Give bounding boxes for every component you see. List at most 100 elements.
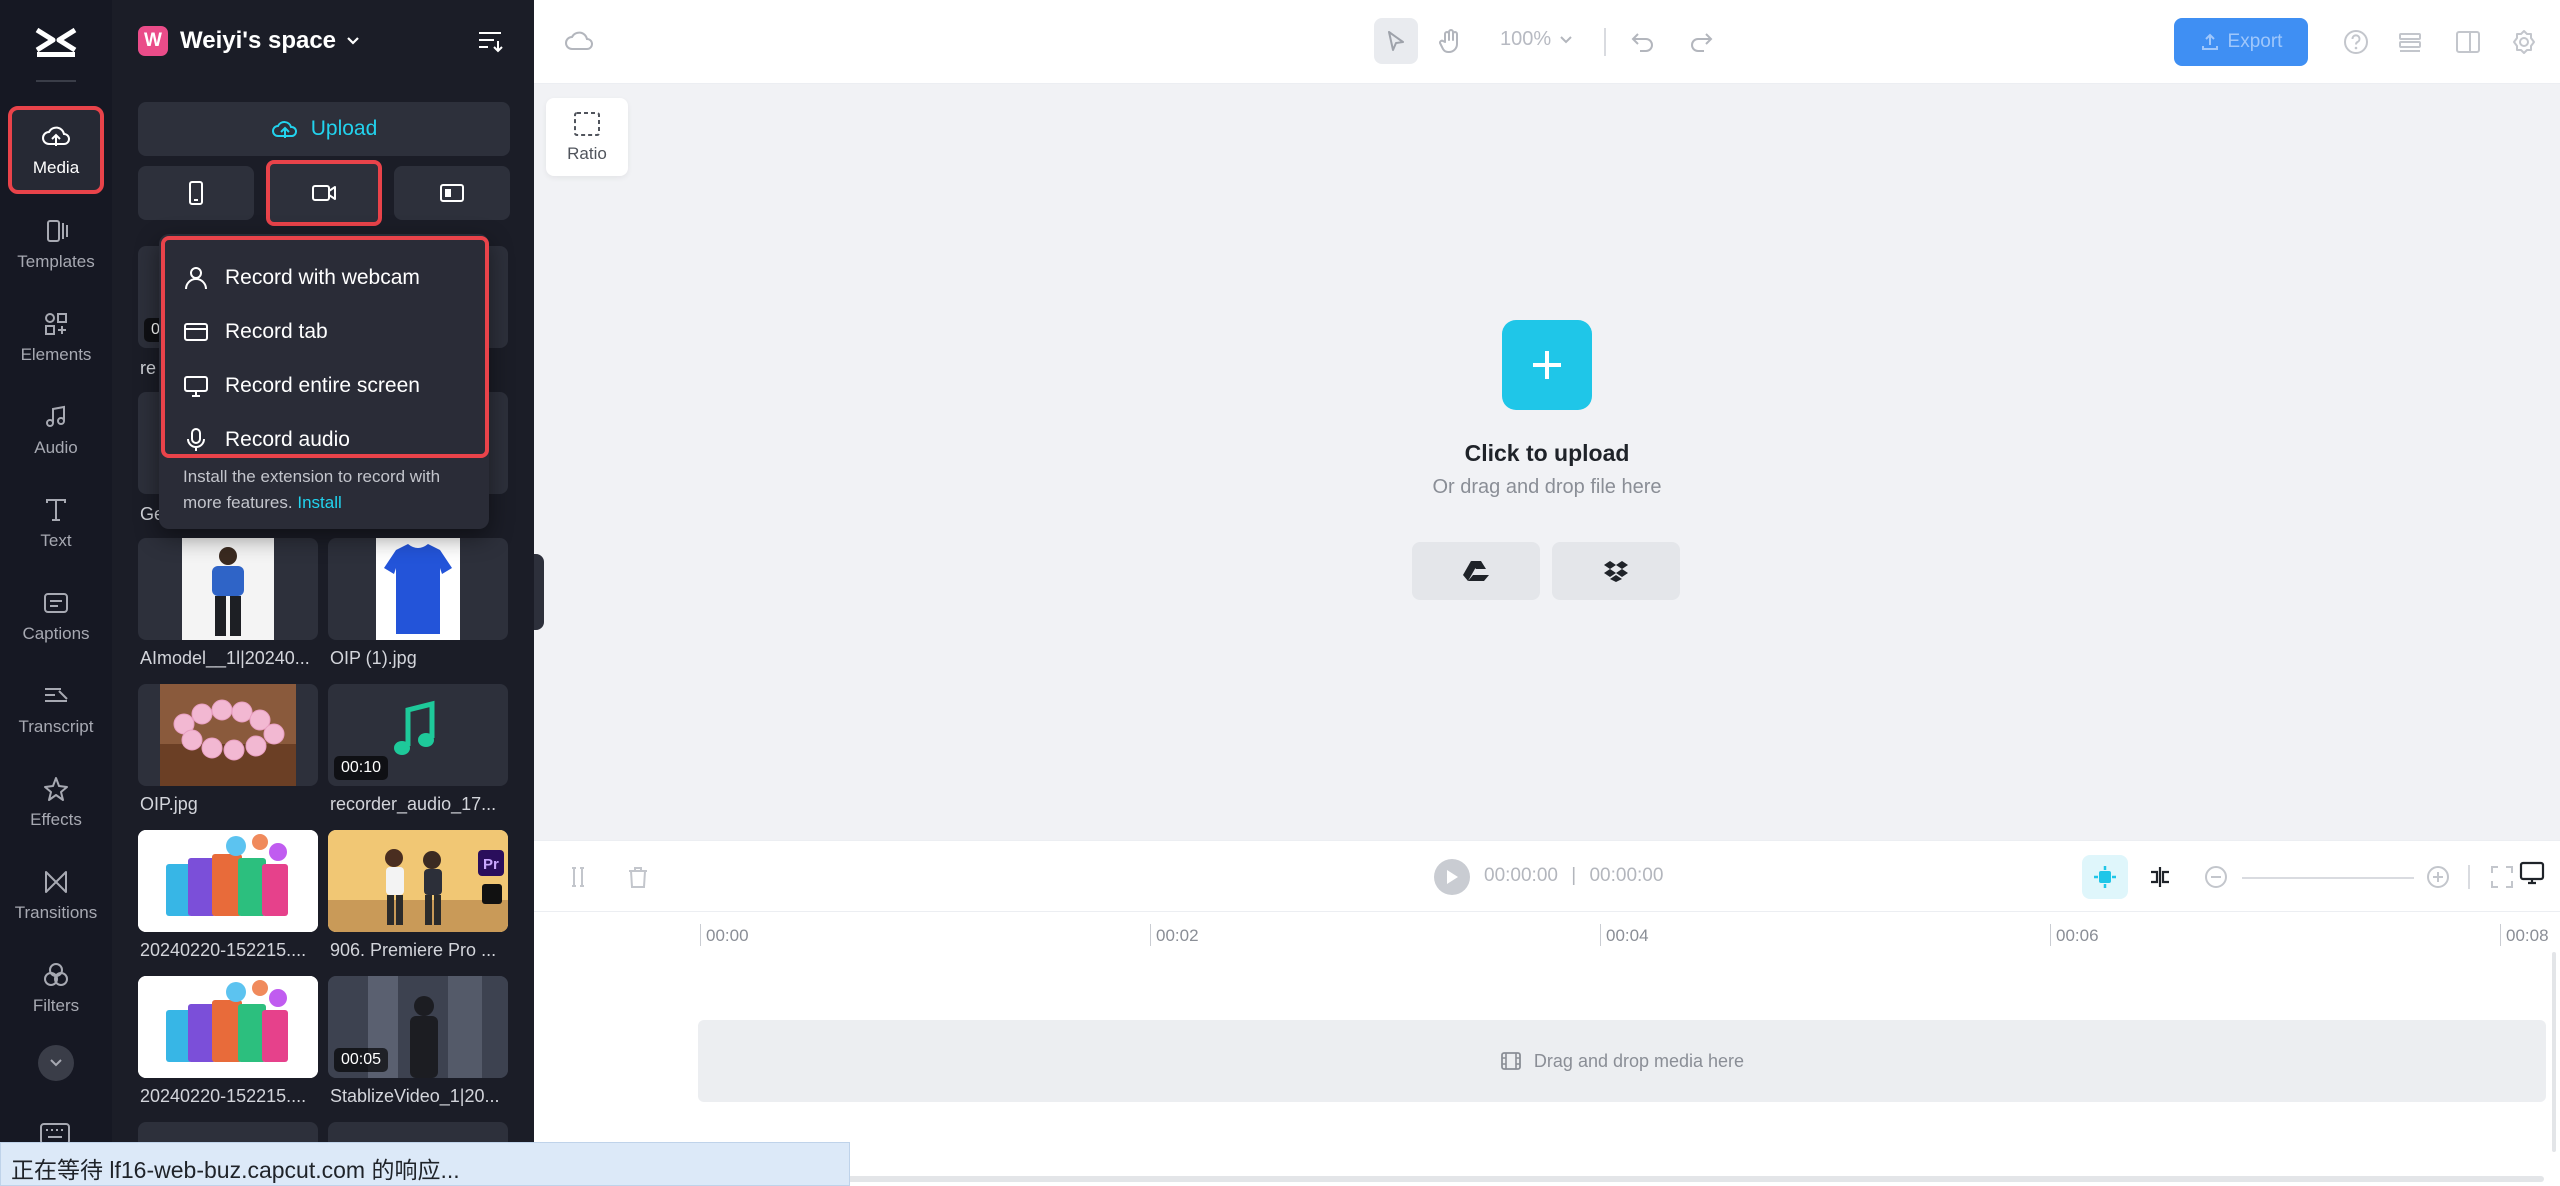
auto-snap-toggle[interactable]: [2082, 855, 2128, 899]
ratio-label: Ratio: [567, 144, 607, 163]
space-switcher[interactable]: W Weiyi's space: [138, 26, 360, 56]
split-icon[interactable]: [564, 863, 592, 891]
toolbar-divider: [1604, 28, 1606, 56]
media-thumb[interactable]: 00:05: [328, 976, 508, 1078]
panel-layout-icon[interactable]: [2454, 28, 2482, 56]
menu-item-record-audio[interactable]: Record audio: [183, 420, 350, 460]
timeline-zoom-slider[interactable]: [2242, 877, 2414, 879]
panel-collapse-handle[interactable]: [534, 554, 544, 630]
zoom-dropdown[interactable]: 100%: [1500, 28, 1573, 51]
rail-item-effects[interactable]: Effects: [8, 758, 104, 846]
rail-label: Filters: [32, 996, 80, 1015]
rail-label: Effects: [30, 810, 82, 829]
media-caption: recorder_audio_17...: [330, 794, 497, 814]
media-thumb[interactable]: [328, 538, 508, 640]
screen-record-icon: [440, 184, 464, 202]
zoom-in-icon[interactable]: [2424, 863, 2452, 891]
rail-item-media[interactable]: Media: [8, 106, 104, 194]
media-caption: 906. Premiere Pro ...: [330, 940, 497, 960]
screen-capture-button[interactable]: [394, 166, 510, 220]
capcut-logo-icon[interactable]: [33, 22, 79, 62]
rail-item-filters[interactable]: Filters: [8, 944, 104, 1032]
redo-icon[interactable]: [1686, 26, 1716, 56]
promo-image: [138, 830, 318, 932]
time-tick: 00:04: [1600, 924, 1649, 946]
templates-icon: [47, 220, 68, 242]
transitions-icon: [45, 871, 67, 893]
rail-label: Captions: [22, 624, 90, 643]
vertical-scrollbar[interactable]: [2552, 952, 2556, 1152]
cloud-sync-icon[interactable]: [564, 28, 594, 54]
browser-tab-icon: [184, 323, 208, 341]
media-thumb[interactable]: [138, 976, 318, 1078]
media-thumb[interactable]: Pr: [328, 830, 508, 932]
tshirt-image: [376, 538, 460, 640]
media-caption: OIP.jpg: [140, 794, 198, 814]
bracelet-image: [160, 684, 296, 786]
rail-label: Audio: [34, 438, 78, 457]
export-label: Export: [2227, 31, 2283, 52]
media-caption: OIP (1).jpg: [330, 648, 417, 668]
play-button[interactable]: [1434, 859, 1470, 895]
feedback-icon[interactable]: [2518, 859, 2546, 887]
record-button[interactable]: [266, 160, 382, 226]
phone-icon: [189, 181, 203, 205]
rail-label: Text: [40, 531, 72, 550]
export-icon: [2201, 33, 2218, 50]
media-thumb[interactable]: [138, 830, 318, 932]
timeline-toolbar: 00:00:00 | 00:00:00: [534, 840, 2560, 912]
rail-item-audio[interactable]: Audio: [8, 386, 104, 474]
zoom-out-icon[interactable]: [2202, 863, 2230, 891]
rail-item-captions[interactable]: Captions: [8, 572, 104, 660]
menu-item-record-tab[interactable]: Record tab: [183, 312, 328, 352]
rail-item-templates[interactable]: Templates: [8, 200, 104, 288]
microphone-icon: [187, 428, 205, 451]
browser-status-bar: 正在等待 lf16-web-buz.capcut.com 的响应...: [0, 1142, 850, 1186]
menu-item-record-webcam[interactable]: Record with webcam: [183, 258, 420, 298]
hand-icon[interactable]: [1436, 26, 1466, 56]
rail-item-transcript[interactable]: Transcript: [8, 665, 104, 753]
rail-separator: [36, 80, 76, 82]
media-caption: 20240220-152215....: [140, 1086, 307, 1106]
cloud-upload-icon: [271, 121, 297, 138]
media-thumb[interactable]: [138, 684, 318, 786]
trash-icon[interactable]: [624, 863, 652, 891]
cursor-icon: [1388, 31, 1404, 51]
elements-icon: [45, 313, 67, 335]
export-button[interactable]: Export: [2174, 18, 2308, 66]
main-track-dropzone[interactable]: Drag and drop media here: [698, 1020, 2546, 1102]
cloud-upload-icon: [42, 126, 70, 146]
install-link[interactable]: Install: [297, 493, 341, 512]
dropbox-button[interactable]: [1552, 542, 1680, 600]
transcript-icon: [45, 688, 68, 702]
upload-button[interactable]: Upload: [138, 102, 510, 156]
undo-icon[interactable]: [1628, 26, 1658, 56]
menu-item-label: Record entire screen: [225, 374, 420, 397]
sort-icon[interactable]: [476, 28, 504, 54]
model-image: [182, 538, 274, 640]
media-thumb[interactable]: 00:10: [328, 684, 508, 786]
film-icon: [1501, 1052, 1521, 1070]
menu-item-record-screen[interactable]: Record entire screen: [183, 366, 420, 406]
media-thumb[interactable]: [138, 538, 318, 640]
time-tick: 00:02: [1150, 924, 1199, 946]
google-drive-button[interactable]: [1412, 542, 1540, 600]
fullscreen-icon[interactable]: [2488, 863, 2516, 891]
promo-image: [138, 976, 318, 1078]
select-tool-button[interactable]: [1374, 18, 1418, 64]
rail-label: Templates: [17, 252, 95, 271]
layers-icon[interactable]: [2396, 28, 2424, 56]
rail-item-transitions[interactable]: Transitions: [8, 851, 104, 939]
ratio-button[interactable]: Ratio: [546, 98, 628, 176]
rail-item-elements[interactable]: Elements: [8, 293, 104, 381]
phone-upload-button[interactable]: [138, 166, 254, 220]
rail-item-text[interactable]: Text: [8, 479, 104, 567]
upload-title[interactable]: Click to upload: [534, 440, 2560, 467]
preview-canvas[interactable]: Ratio Click to upload Or drag and drop f…: [534, 84, 2560, 840]
gear-icon[interactable]: [2510, 28, 2538, 56]
link-clips-icon[interactable]: [2146, 863, 2174, 891]
left-rail: Media Templates Elements Audio Text Capt…: [0, 0, 112, 1186]
upload-plus-button[interactable]: [1502, 320, 1592, 410]
rail-more-button[interactable]: [38, 1045, 74, 1081]
help-icon[interactable]: [2342, 28, 2370, 56]
